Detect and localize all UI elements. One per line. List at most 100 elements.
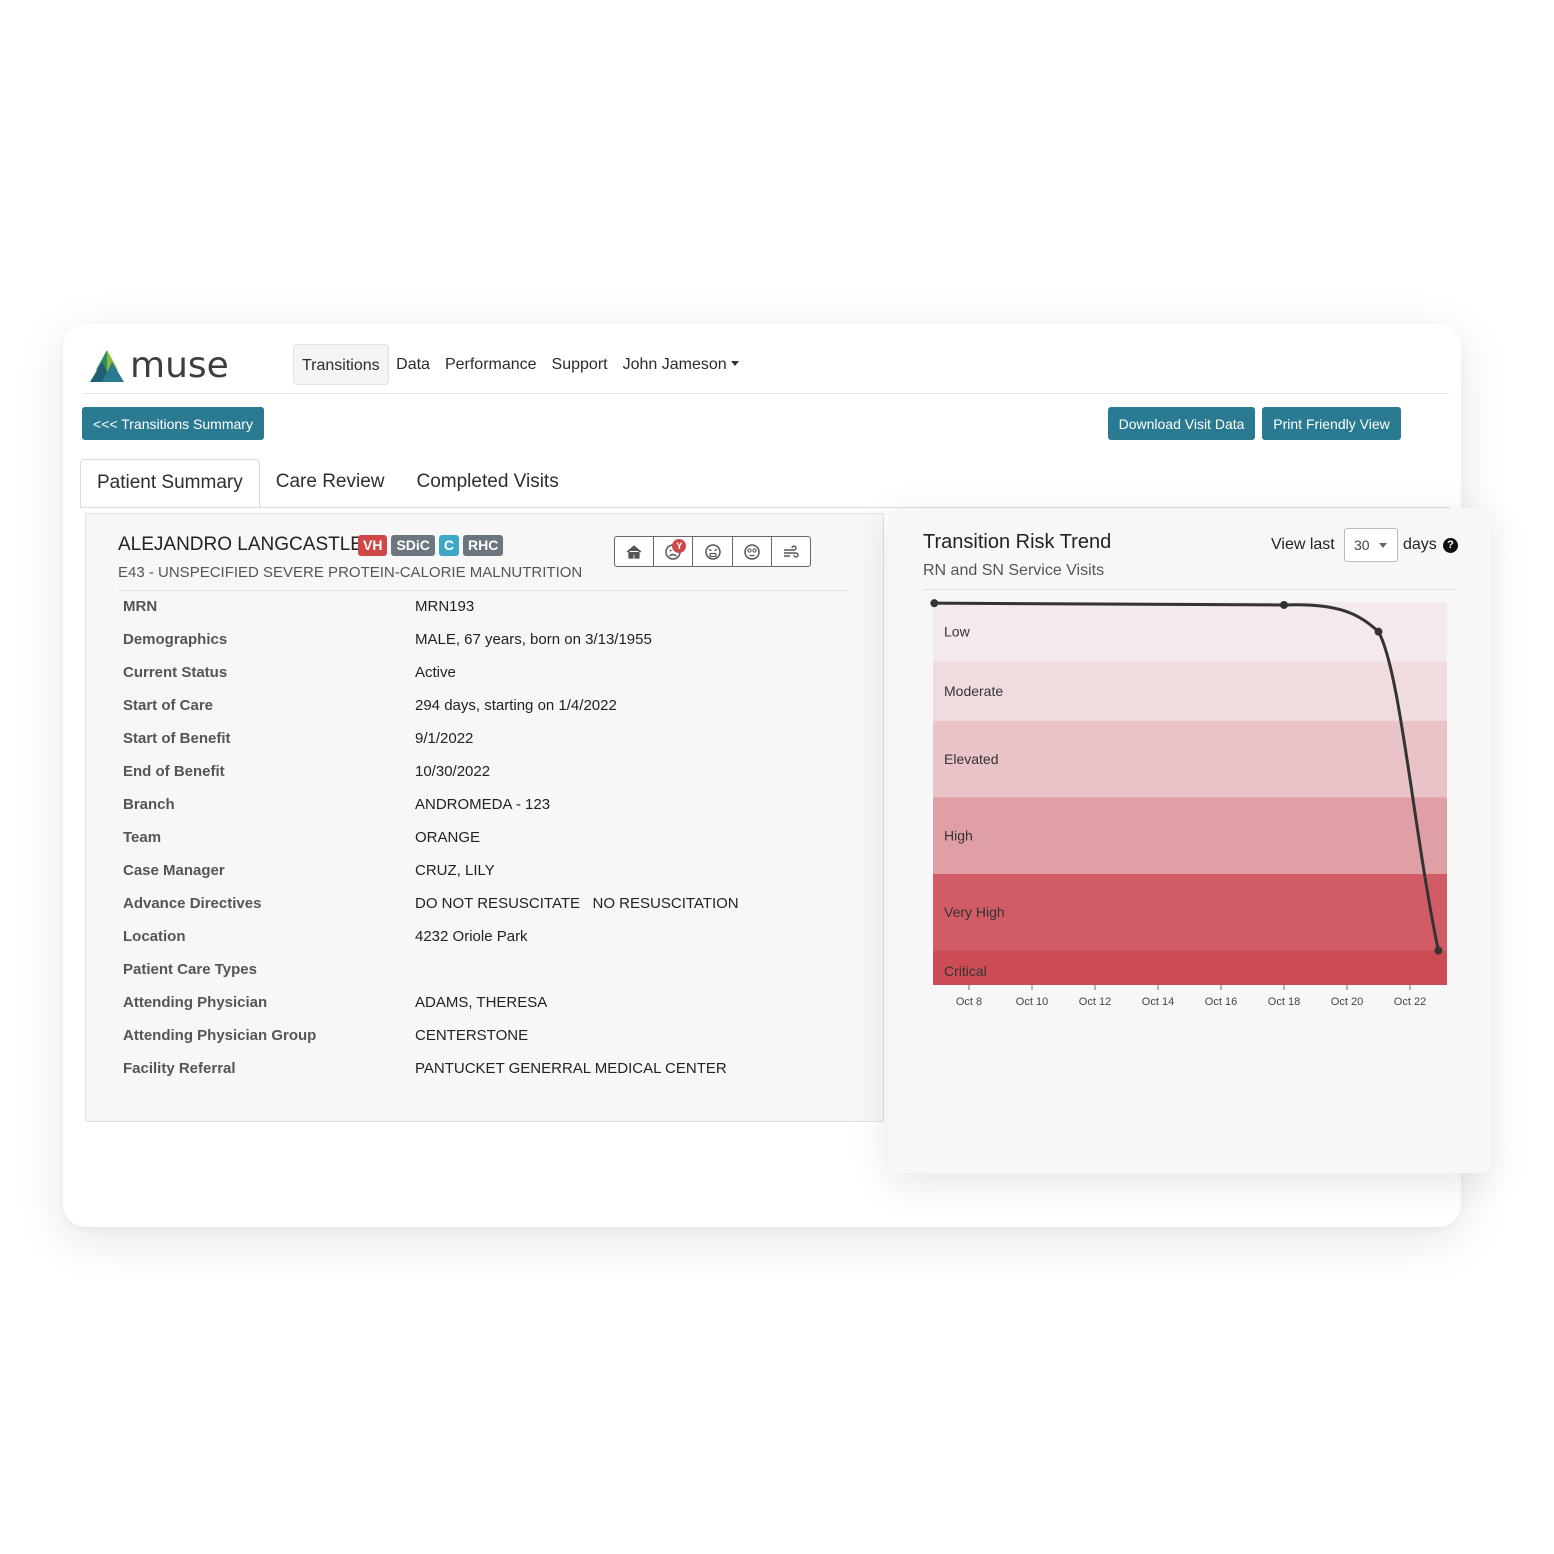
days-label: days <box>1403 536 1437 553</box>
patient-badges: VH SDiC C RHC <box>358 535 504 556</box>
x-tick-label: Oct 22 <box>1394 996 1426 1008</box>
days-select[interactable]: 30 <box>1344 528 1398 562</box>
risk-band-label: Elevated <box>944 751 998 767</box>
tab-care-review[interactable]: Care Review <box>260 459 401 508</box>
home-icon <box>626 544 642 559</box>
risk-trend-chart: Low Moderate Elevated High Very High Critical… <box>930 599 1447 1008</box>
info-value: ANDROMEDA - 123 <box>415 796 551 813</box>
chart-subtitle: RN and SN Service Visits <box>923 562 1105 579</box>
info-label: End of Benefit <box>123 763 225 780</box>
info-label: Start of Care <box>123 697 214 714</box>
info-value: MRN193 <box>415 598 475 615</box>
info-label: Case Manager <box>123 862 225 879</box>
info-value: MALE, 67 years, born on 3/13/1955 <box>415 631 652 648</box>
info-label: Team <box>123 829 162 846</box>
info-value: ADAMS, THERESA <box>415 994 548 1011</box>
download-visit-data-button[interactable]: Download Visit Data <box>1108 407 1255 440</box>
x-tick-label: Oct 16 <box>1205 996 1237 1008</box>
chart-divider <box>923 589 1458 590</box>
nav-data[interactable]: Data <box>389 344 438 385</box>
tab-patient-summary[interactable]: Patient Summary <box>80 459 260 508</box>
badge-c: C <box>438 535 460 556</box>
diagnosis: E43 - UNSPECIFIED SEVERE PROTEIN-CALORIE… <box>118 564 583 581</box>
risk-band-critical <box>933 950 1447 985</box>
risk-band-label: Low <box>944 624 971 640</box>
info-label: Current Status <box>123 664 228 681</box>
info-value: CENTERSTONE <box>415 1027 529 1044</box>
transitions-summary-button[interactable]: <<< Transitions Summary <box>82 407 264 440</box>
caret-down-icon <box>730 361 739 366</box>
sad-face-icon-button[interactable]: Y <box>654 537 694 566</box>
user-name: John Jameson <box>622 356 727 373</box>
data-point[interactable] <box>1280 600 1288 609</box>
risk-band-label: Critical <box>944 963 987 979</box>
info-value: ORANGE <box>415 829 481 846</box>
info-label: Attending Physician <box>123 994 268 1011</box>
info-label: Location <box>123 928 186 945</box>
distressed-face-icon-button[interactable] <box>693 537 733 566</box>
nav-performance[interactable]: Performance <box>437 344 544 385</box>
risk-band-label: Very High <box>944 904 1005 920</box>
data-point[interactable] <box>1374 627 1383 636</box>
user-menu[interactable]: John Jameson <box>615 344 746 385</box>
info-value: PANTUCKET GENERRAL MEDICAL CENTER <box>415 1060 727 1077</box>
logo-text: muse <box>130 345 229 386</box>
nav-support[interactable]: Support <box>544 344 615 385</box>
risk-band-low <box>933 602 1447 662</box>
info-value: DO NOT RESUSCITATE NO RESUSCITATION <box>415 895 739 912</box>
info-value: 294 days, starting on 1/4/2022 <box>415 697 617 714</box>
info-label: Start of Benefit <box>123 730 231 747</box>
x-tick-label: Oct 14 <box>1142 996 1174 1008</box>
risk-band-moderate <box>933 661 1447 721</box>
info-value: CRUZ, LILY <box>415 862 495 879</box>
print-friendly-view-button[interactable]: Print Friendly View <box>1262 407 1401 440</box>
status-icon-group: Y <box>614 536 811 567</box>
info-label: MRN <box>123 598 158 615</box>
badge-vh: VH <box>358 535 388 556</box>
info-value: 9/1/2022 <box>415 730 474 747</box>
data-point[interactable] <box>1434 946 1443 955</box>
tab-bar: Patient Summary Care Review Completed Vi… <box>80 459 575 508</box>
info-label: Branch <box>123 796 175 813</box>
risk-band-elevated <box>933 720 1447 798</box>
nav-divider <box>84 393 1449 394</box>
dizzy-face-icon-button[interactable] <box>733 537 772 566</box>
info-value: 10/30/2022 <box>415 763 491 780</box>
x-tick-label: Oct 18 <box>1268 996 1300 1008</box>
wind-icon-button[interactable] <box>772 537 810 566</box>
info-value: Active <box>415 664 456 681</box>
patient-name: ALEJANDRO LANGCASTLE <box>118 534 363 555</box>
days-select-value: 30 <box>1354 537 1370 553</box>
risk-band-label: Moderate <box>944 683 1003 699</box>
dizzy-face-icon <box>743 543 760 560</box>
info-value: 4232 Oriole Park <box>415 928 528 945</box>
data-point[interactable] <box>930 599 939 608</box>
view-last-label: View last <box>1271 536 1335 553</box>
risk-band-high <box>933 797 1447 874</box>
panel-divider <box>118 590 849 591</box>
x-tick-label: Oct 12 <box>1079 996 1111 1008</box>
info-label: Facility Referral <box>123 1060 236 1077</box>
distressed-face-icon <box>704 543 721 560</box>
help-icon[interactable]: ? <box>1443 538 1458 553</box>
badge-rhc: RHC <box>463 535 504 556</box>
muse-logo[interactable]: muse <box>88 346 238 386</box>
info-label: Attending Physician Group <box>123 1027 317 1044</box>
risk-band-very-high <box>933 873 1447 951</box>
x-tick-label: Oct 20 <box>1331 996 1363 1008</box>
info-label: Demographics <box>123 631 228 648</box>
home-icon-button[interactable] <box>615 537 655 566</box>
tab-completed-visits[interactable]: Completed Visits <box>401 459 575 508</box>
wind-icon <box>783 544 799 558</box>
logo-icon <box>90 350 124 382</box>
nav-transitions[interactable]: Transitions <box>293 344 389 385</box>
chevron-down-icon <box>1379 543 1387 548</box>
main-nav: Transitions Data Performance Support Joh… <box>293 344 746 385</box>
info-label: Patient Care Types <box>123 961 257 978</box>
info-label: Advance Directives <box>123 895 262 912</box>
chart-title: Transition Risk Trend <box>923 531 1112 553</box>
badge-sdic: SDiC <box>391 535 435 556</box>
risk-band-label: High <box>944 828 973 844</box>
x-tick-label: Oct 10 <box>1016 996 1048 1008</box>
notification-badge: Y <box>672 539 687 553</box>
